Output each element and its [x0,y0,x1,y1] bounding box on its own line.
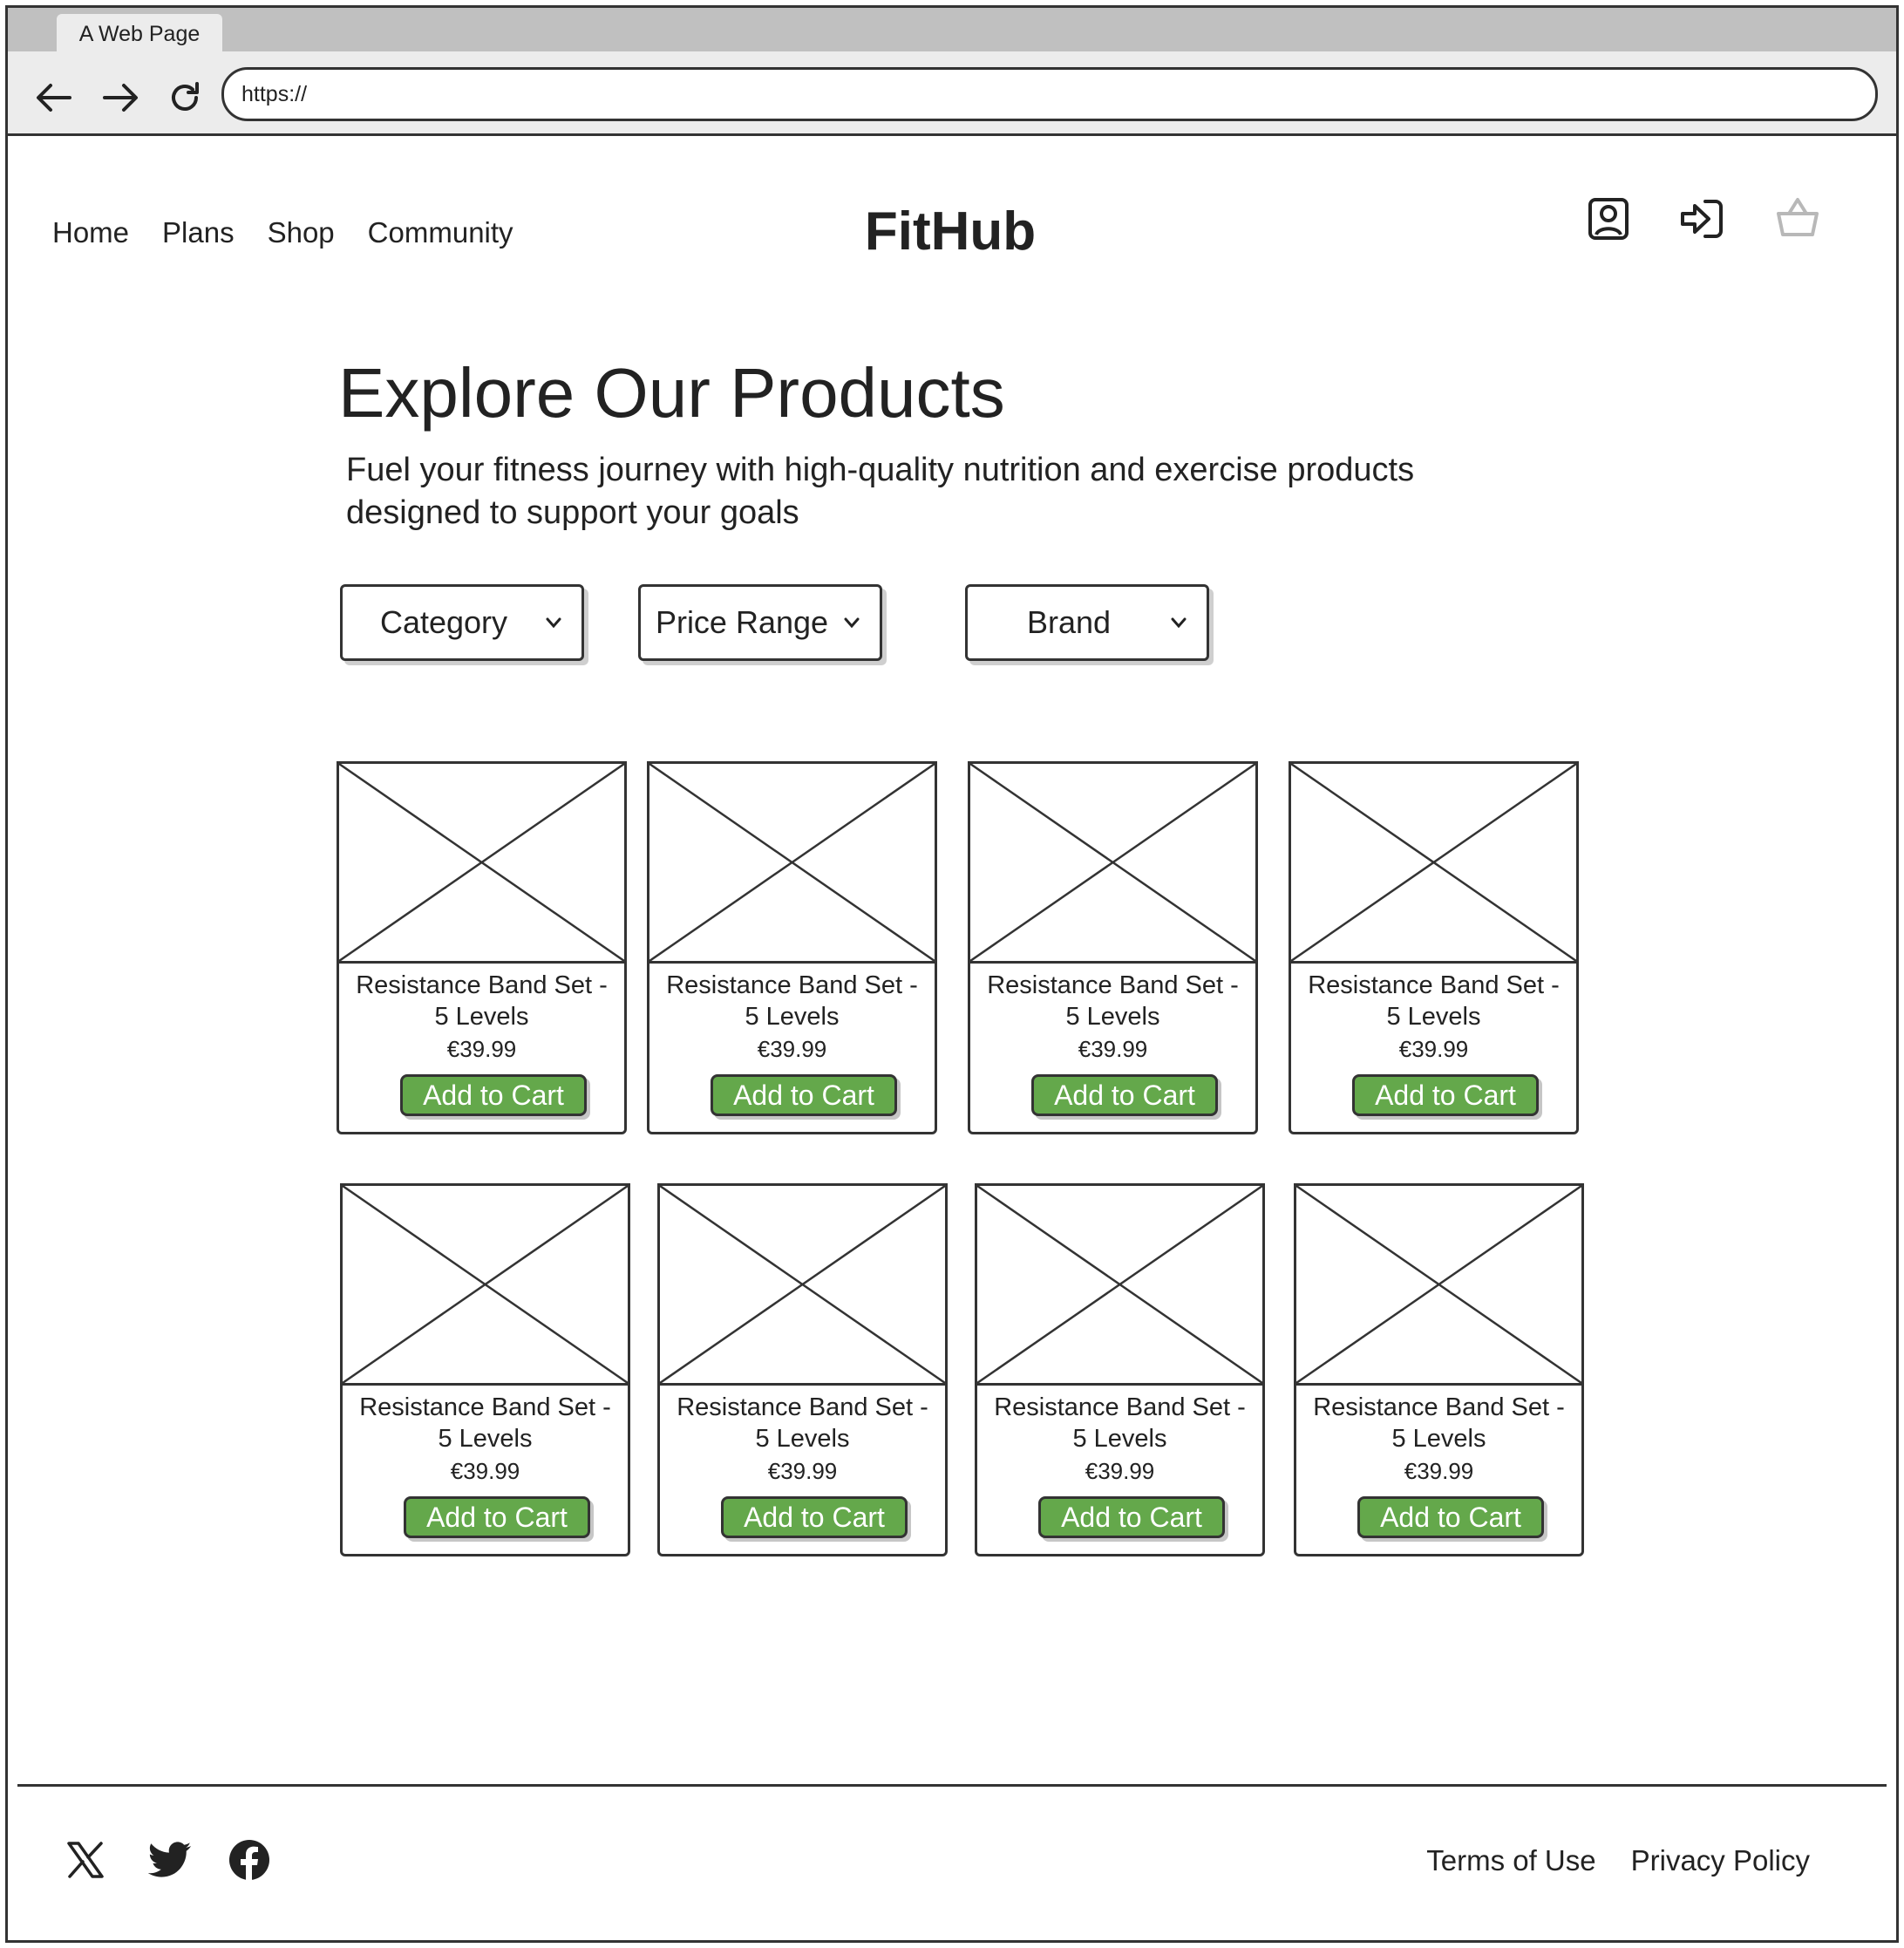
product-image-placeholder [968,761,1258,964]
page-subtitle: Fuel your fitness journey with high-qual… [346,449,1567,535]
product-image-placeholder [1289,761,1579,964]
tab-bar: A Web Page [8,8,1896,54]
product-price: €39.99 [757,1036,827,1062]
forward-arrow-icon[interactable] [99,76,142,119]
price-range-dropdown-label: Price Range [655,604,829,640]
add-to-cart-button[interactable]: Add to Cart [1352,1074,1539,1116]
add-to-cart-button[interactable]: Add to Cart [721,1496,908,1538]
privacy-policy-link[interactable]: Privacy Policy [1631,1844,1810,1877]
login-icon[interactable] [1679,196,1726,246]
product-card: Resistance Band Set -5 Levels €39.99 Add… [975,1183,1265,1556]
product-price: €39.99 [1404,1458,1474,1484]
product-price: €39.99 [446,1036,517,1062]
add-to-cart-button[interactable]: Add to Cart [711,1074,897,1116]
product-image-placeholder [647,761,937,964]
product-card: Resistance Band Set -5 Levels €39.99 Add… [657,1183,948,1556]
product-price: €39.99 [1078,1036,1148,1062]
twitter-icon[interactable] [146,1836,194,1884]
footer-links: Terms of Use Privacy Policy [1426,1844,1810,1877]
product-name: Resistance Band Set -5 Levels [1313,1393,1565,1453]
category-dropdown[interactable]: Category [340,584,584,661]
address-bar[interactable]: https:// [221,67,1878,121]
add-to-cart-button[interactable]: Add to Cart [404,1496,590,1538]
page-title: Explore Our Products [338,354,1005,432]
product-name: Resistance Band Set -5 Levels [666,971,918,1031]
x-icon[interactable] [61,1836,110,1884]
product-card: Resistance Band Set -5 Levels €39.99 Add… [1289,761,1579,1134]
footer-divider [17,1784,1887,1787]
product-card: Resistance Band Set -5 Levels €39.99 Add… [337,761,627,1134]
add-to-cart-button[interactable]: Add to Cart [1357,1496,1544,1538]
price-range-dropdown[interactable]: Price Range [638,584,882,661]
add-to-cart-button[interactable]: Add to Cart [400,1074,587,1116]
back-arrow-icon[interactable] [32,76,76,119]
product-name: Resistance Band Set -5 Levels [677,1393,928,1453]
chevron-down-icon [1170,616,1196,629]
reload-icon[interactable] [163,76,207,119]
nav-shop[interactable]: Shop [268,216,335,249]
subtitle-line-2: designed to support your goals [346,494,799,531]
category-dropdown-label: Category [379,604,508,640]
product-price: €39.99 [1085,1458,1155,1484]
product-card: Resistance Band Set -5 Levels €39.99 Add… [1294,1183,1584,1556]
product-price: €39.99 [1398,1036,1469,1062]
product-image-placeholder [340,1183,630,1386]
product-price: €39.99 [450,1458,520,1484]
chevron-down-icon [545,616,571,629]
nav-plans[interactable]: Plans [162,216,235,249]
product-image-placeholder [1294,1183,1584,1386]
browser-tab[interactable]: A Web Page [57,14,222,54]
shopping-basket-icon[interactable] [1773,196,1822,244]
add-to-cart-button[interactable]: Add to Cart [1031,1074,1218,1116]
product-card: Resistance Band Set -5 Levels €39.99 Add… [647,761,937,1134]
user-profile-icon[interactable] [1587,196,1630,246]
nav-community[interactable]: Community [368,216,513,249]
product-card: Resistance Band Set -5 Levels €39.99 Add… [340,1183,630,1556]
brand-logo[interactable]: FitHub [819,201,1081,262]
browser-window [5,5,1899,1943]
product-name: Resistance Band Set -5 Levels [356,971,608,1031]
browser-chrome: A Web Page https:// [8,8,1896,136]
facebook-icon[interactable] [225,1836,274,1884]
terms-of-use-link[interactable]: Terms of Use [1426,1844,1595,1877]
product-name: Resistance Band Set -5 Levels [1308,971,1560,1031]
add-to-cart-button[interactable]: Add to Cart [1038,1496,1225,1538]
brand-dropdown-label: Brand [1026,604,1112,640]
product-price: €39.99 [767,1458,838,1484]
chevron-down-icon [843,616,869,629]
product-image-placeholder [657,1183,948,1386]
product-name: Resistance Band Set -5 Levels [994,1393,1246,1453]
subtitle-line-1: Fuel your fitness journey with high-qual… [346,452,1415,488]
brand-dropdown[interactable]: Brand [965,584,1209,661]
nav-home[interactable]: Home [52,216,129,249]
product-name: Resistance Band Set -5 Levels [987,971,1239,1031]
product-image-placeholder [975,1183,1265,1386]
main-nav: Home Plans Shop Community [52,216,513,249]
product-image-placeholder [337,761,627,964]
product-card: Resistance Band Set -5 Levels €39.99 Add… [968,761,1258,1134]
product-name: Resistance Band Set -5 Levels [359,1393,611,1453]
